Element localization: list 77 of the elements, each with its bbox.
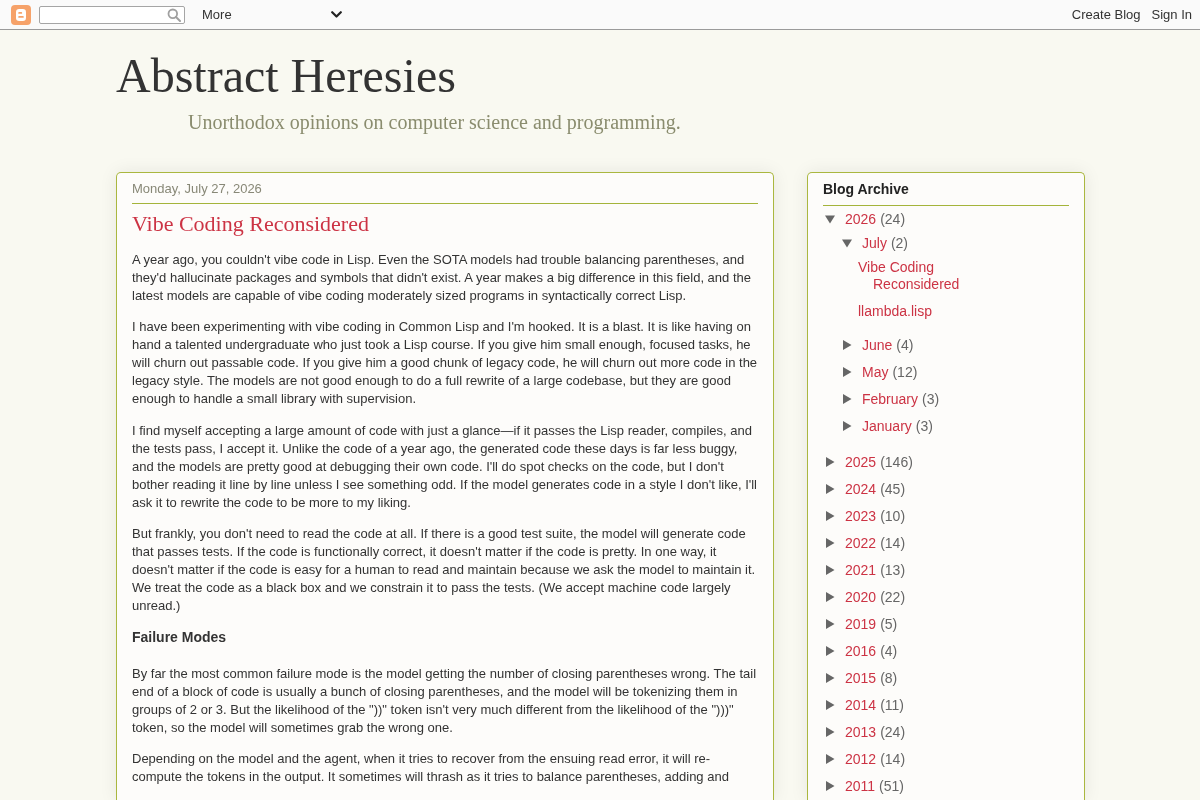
- disclosure-triangle-icon[interactable]: [825, 214, 835, 225]
- archive-link[interactable]: July: [862, 234, 887, 252]
- post-paragraph: I find myself accepting a large amount of code with just a glance—if it passes the Lisp reader, compiles, and the tests pass, I accept it. Unlike the code of a year ago, the generated code these days is far less buggy, and the models are pretty good at debugging their own code. I'll do spot checks on the code, but I don't bother reading it line by line unless I see something odd. If the model generates code in a style I don't like, I'll ask it to rewrite the code to be more to my liking.: [132, 421, 758, 512]
- post-count: (24): [880, 210, 906, 228]
- more-dropdown[interactable]: More: [197, 4, 347, 25]
- blog-description: Unorthodox opinions on computer science and programming.: [188, 109, 681, 134]
- post-count: (13): [880, 561, 906, 579]
- archive-link[interactable]: 2023: [845, 507, 877, 525]
- nav-link[interactable]: Sign In: [1151, 7, 1192, 22]
- disclosure-triangle-icon[interactable]: [842, 238, 852, 249]
- post-paragraph: By far the most common failure mode is the model getting the number of closing parentheses wrong. The tail end of a block of code is usually a bunch of closing parentheses, and the model will be tokenizing them in groups of 2 or 3. But the likelihood of the "))" token isn't very much different from the likelihood of the ")))" token, so the model will sometimes grab the wrong one.: [132, 664, 758, 737]
- disclosure-triangle-icon[interactable]: [825, 538, 835, 549]
- post-count: (3): [922, 390, 940, 408]
- post-paragraph: But frankly, you don't need to read the code at all. If there is a good test suite, the model will generate code that passes tests. If the code is functionally correct, it doesn't matter if the code is pretty. In one way, it doesn't matter if the code is easy for a human to read and maintain because we ask the model to maintain it. We treat the code as a black box and we constrain it to pass the tests. (We accept machine code largely unread.): [132, 525, 757, 616]
- sidebar-heading: Blog Archive: [823, 172, 1069, 206]
- archive-link[interactable]: 2013: [845, 723, 877, 741]
- disclosure-triangle-icon[interactable]: [842, 367, 852, 378]
- post-link[interactable]: Vibe Coding Reconsidered: [858, 258, 983, 293]
- disclosure-triangle-icon[interactable]: [825, 619, 835, 630]
- archive-link[interactable]: 2012: [845, 750, 877, 768]
- disclosure-triangle-icon[interactable]: [825, 457, 835, 468]
- post-link[interactable]: llambda.lisp: [858, 302, 983, 320]
- archive-link[interactable]: 2014: [845, 696, 877, 714]
- archive-link[interactable]: 2011: [845, 777, 876, 795]
- disclosure-triangle-icon[interactable]: [825, 511, 835, 522]
- post-count: (12): [892, 363, 918, 381]
- disclosure-triangle-icon[interactable]: [842, 421, 852, 432]
- post-count: (11): [880, 696, 904, 714]
- archive-link[interactable]: May: [862, 363, 889, 381]
- post-count: (24): [880, 723, 906, 741]
- disclosure-triangle-icon[interactable]: [842, 394, 852, 405]
- archive-link[interactable]: 2026: [845, 210, 877, 228]
- disclosure-triangle-icon[interactable]: [825, 700, 835, 711]
- disclosure-triangle-icon[interactable]: [825, 754, 835, 765]
- post-title[interactable]: Vibe Coding Reconsidered: [132, 210, 369, 237]
- disclosure-triangle-icon[interactable]: [825, 484, 835, 495]
- post-count: (3): [915, 417, 933, 435]
- post-count: (22): [880, 588, 906, 606]
- archive-link[interactable]: 2022: [845, 534, 877, 552]
- post-count: (10): [880, 507, 906, 525]
- post-count: (2): [890, 234, 909, 252]
- post-count: (8): [880, 669, 898, 687]
- post-count: (51): [879, 777, 904, 795]
- search-field[interactable]: [39, 5, 185, 24]
- post-count: (14): [880, 534, 906, 552]
- archive-link[interactable]: 2016: [845, 642, 877, 660]
- chevron-down-icon: [331, 11, 342, 18]
- disclosure-triangle-icon[interactable]: [825, 781, 835, 792]
- archive-link[interactable]: 2015: [845, 669, 877, 687]
- archive-link[interactable]: June: [862, 336, 893, 354]
- post-paragraph: I have been experimenting with vibe coding in Common Lisp and I'm hooked. It is a blast. It is like having on hand a talented undergraduate who just took a Lisp course. If you give him small enough, focused tasks, he will churn out passable code. If you give him a good chunk of legacy code, he will churn out more code in the legacy style. The models are not good enough to do a full rewrite of a large codebase, but they are good enough to handle a small library with supervision.: [132, 318, 758, 409]
- disclosure-triangle-icon[interactable]: [825, 565, 835, 576]
- archive-link[interactable]: 2019: [845, 615, 877, 633]
- nav-link[interactable]: Create Blog: [1071, 7, 1141, 22]
- disclosure-triangle-icon[interactable]: [825, 646, 835, 657]
- post-count: (4): [896, 336, 914, 354]
- archive-link[interactable]: 2020: [845, 588, 877, 606]
- archive-link[interactable]: 2025: [845, 453, 877, 471]
- post-count: (14): [880, 750, 906, 768]
- post-paragraph: Depending on the model and the agent, when it tries to recover from the ensuing read error, it will re-compute the tokens in the output. It sometimes will thrash as it tries to balance parentheses, adding and: [132, 750, 730, 787]
- disclosure-triangle-icon[interactable]: [825, 727, 835, 738]
- section-heading: Failure Modes: [132, 628, 227, 645]
- archive-link[interactable]: January: [862, 417, 912, 435]
- post-date: Monday, July 27, 2026: [132, 172, 758, 204]
- blog-title[interactable]: Abstract Heresies: [116, 47, 456, 105]
- archive-link[interactable]: 2021: [845, 561, 877, 579]
- post-count: (146): [880, 453, 913, 471]
- post-count: (4): [880, 642, 898, 660]
- archive-link[interactable]: 2024: [845, 480, 877, 498]
- post-paragraph: A year ago, you couldn't vibe code in Lisp. Even the SOTA models had trouble balancing parentheses, and they'd hallucinate packages and symbols that didn't exist. A year makes a big difference in this field, and the latest models are capable of vibe coding moderately sized programs in syntactically correct Lisp.: [132, 250, 752, 305]
- archive-link[interactable]: February: [862, 390, 919, 408]
- disclosure-triangle-icon[interactable]: [825, 592, 835, 603]
- post-count: (5): [880, 615, 898, 633]
- disclosure-triangle-icon[interactable]: [825, 673, 835, 684]
- post-count: (45): [880, 480, 906, 498]
- disclosure-triangle-icon[interactable]: [842, 340, 852, 351]
- search-icon[interactable]: [167, 7, 181, 22]
